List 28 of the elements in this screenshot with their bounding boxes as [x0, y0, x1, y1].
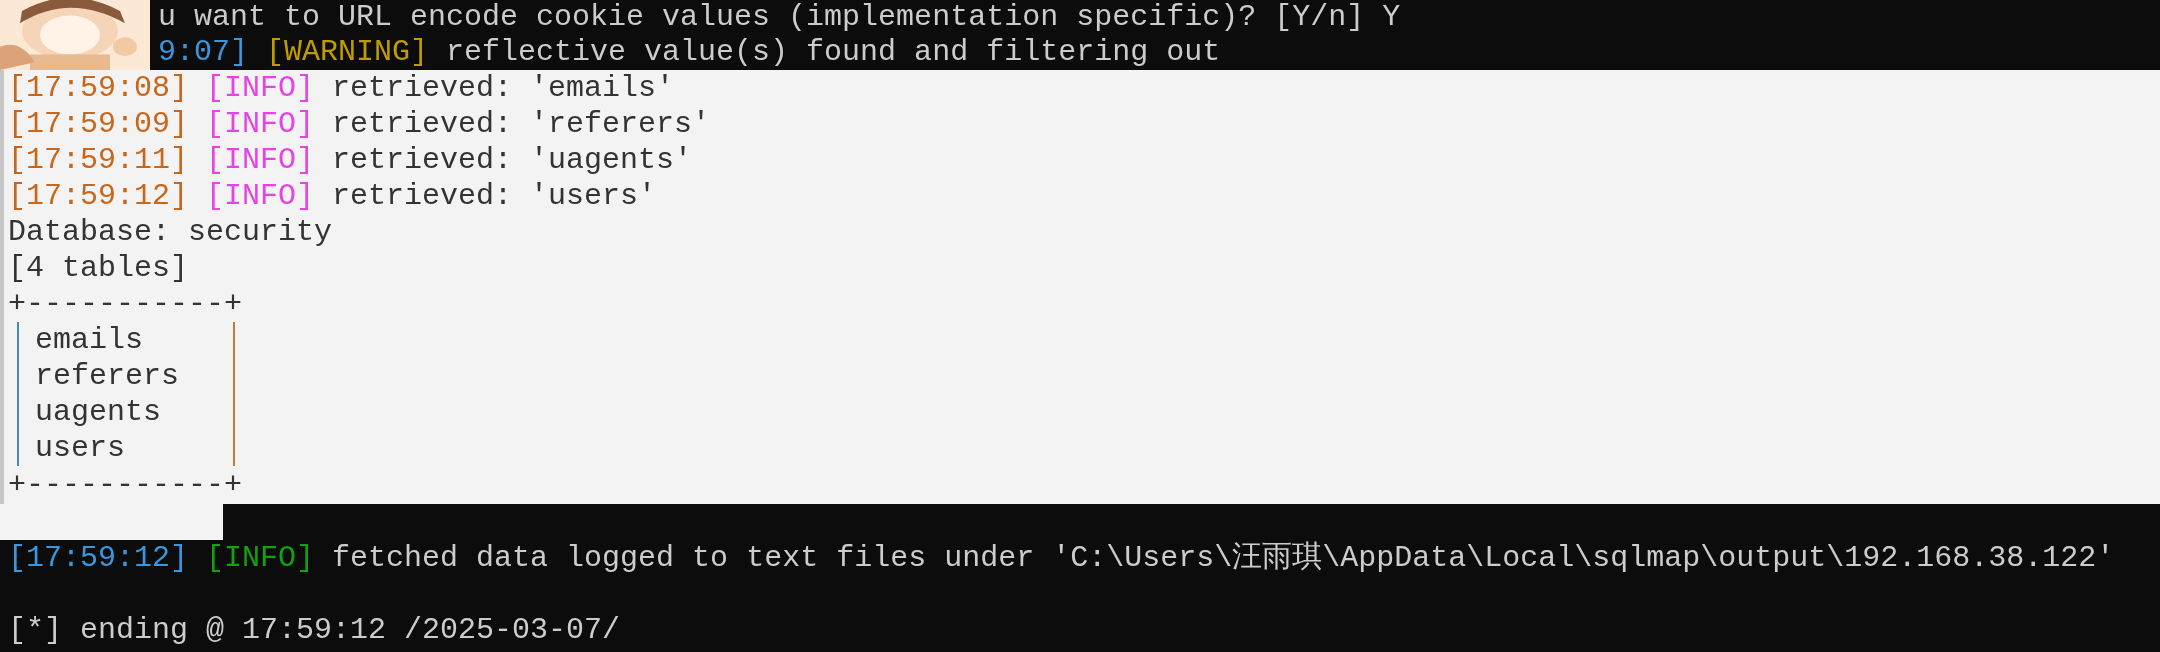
table-count: [4 tables] [8, 250, 189, 286]
log-message: retrieved: 'users' [332, 178, 657, 214]
log-message: retrieved: 'uagents' [332, 142, 693, 178]
timestamp: 9:07] [158, 35, 248, 70]
database-name: Database: security [8, 214, 333, 250]
log-message: retrieved: 'emails' [332, 70, 675, 106]
log-message: fetched data logged to text files under 'C:\Users\汪雨琪\AppData\Local\sqlmap\output\192.168.38.122' [332, 540, 2115, 576]
table-name: uagents [35, 394, 162, 430]
timestamp: [17:59:12] [8, 540, 189, 576]
log-level: [INFO] [206, 540, 315, 576]
timestamp: [17:59:09] [8, 106, 189, 142]
table-border: +-----------+ [8, 467, 243, 504]
table-name: users [35, 430, 125, 466]
log-message: retrieved: 'referers' [332, 106, 711, 142]
table-name: referers [35, 358, 180, 394]
log-level: [WARNING] [266, 35, 429, 70]
table-border: +-----------+ [8, 286, 243, 322]
output-line: [*] ending @ 17:59:12 /2025-03-07/ [8, 612, 621, 648]
timestamp: [17:59:12] [8, 178, 189, 214]
log-level: [INFO] [206, 142, 315, 178]
log-message: reflective value(s) found and filtering out [446, 35, 1221, 70]
timestamp: [17:59:11] [8, 142, 189, 178]
log-level: [INFO] [206, 70, 315, 106]
log-level: [INFO] [206, 178, 315, 214]
output-line: u want to URL encode cookie values (implementation specific)? [Y/n] Y [158, 0, 1401, 35]
log-level: [INFO] [206, 106, 315, 142]
timestamp: [17:59:08] [8, 70, 189, 106]
table-name: emails [35, 322, 144, 358]
